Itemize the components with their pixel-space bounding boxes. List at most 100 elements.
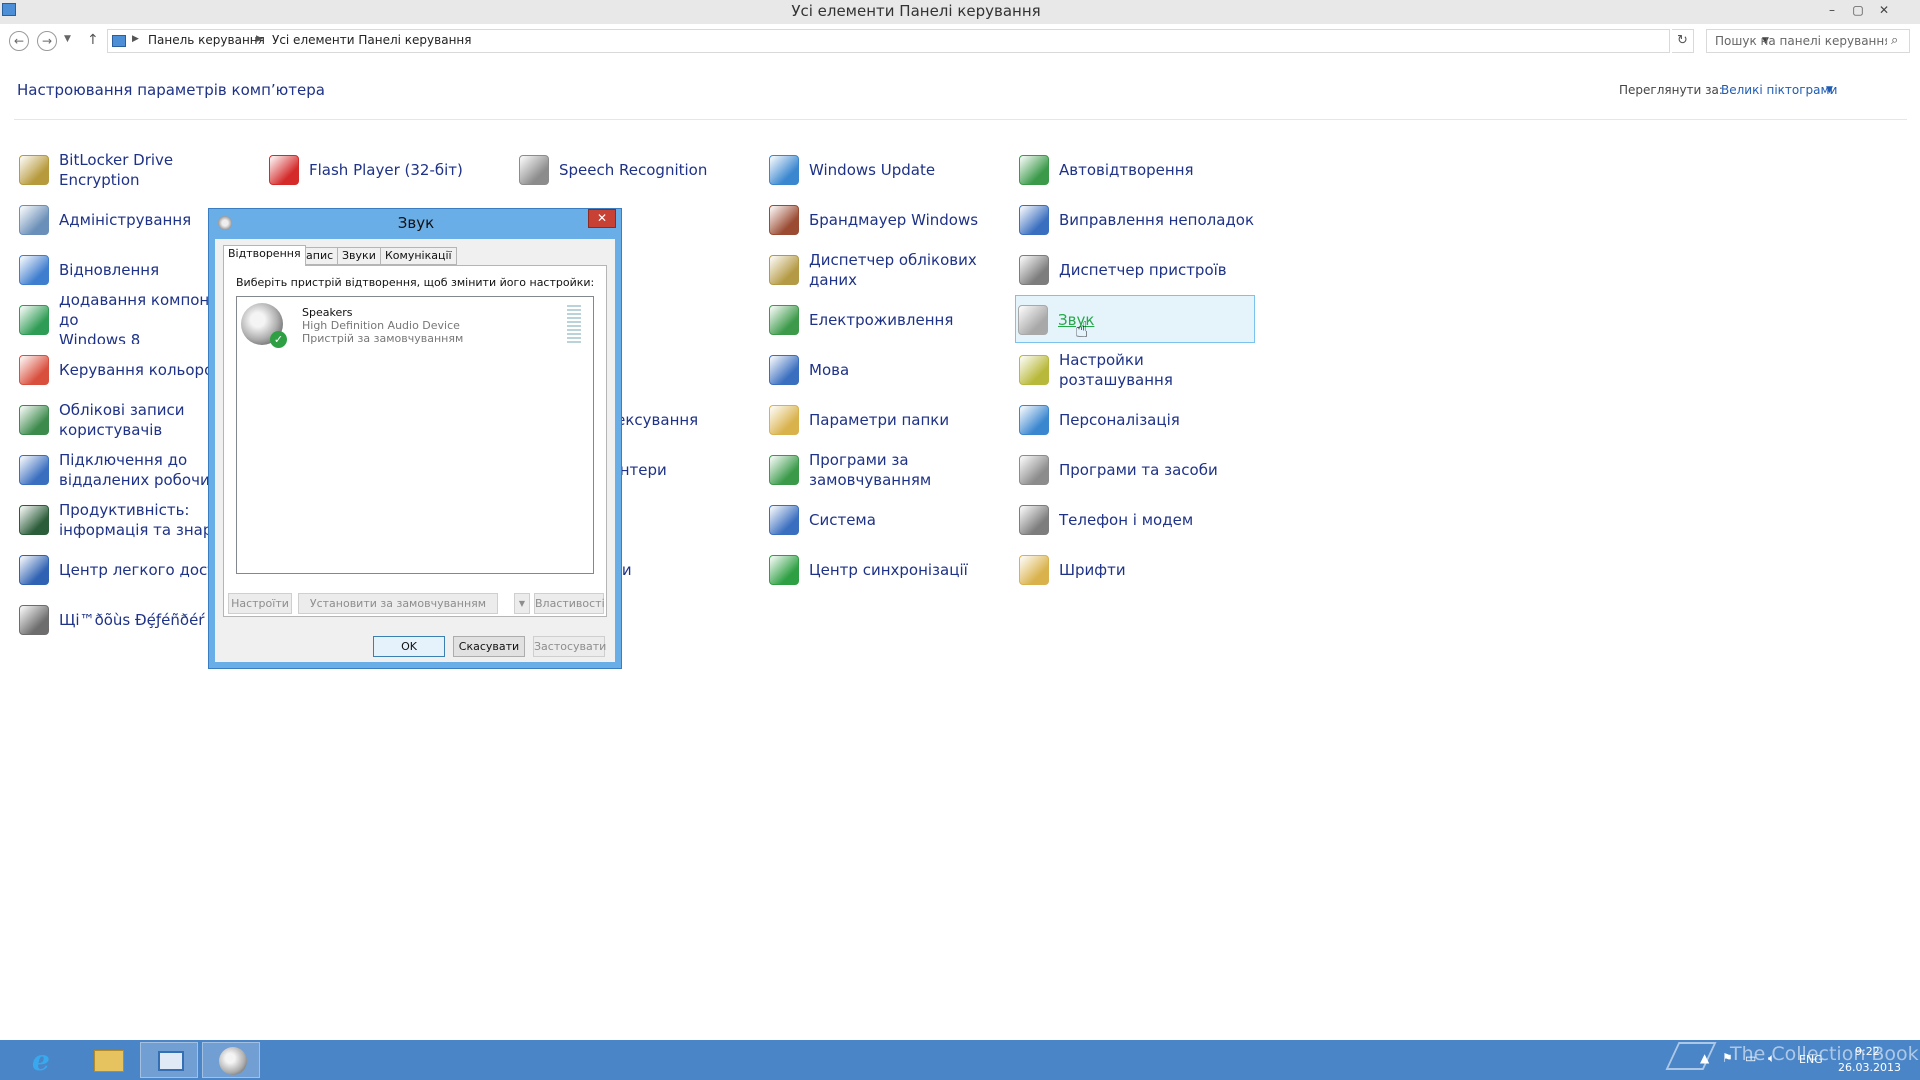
cp-item-default-programs[interactable]: Програми за замовчуванням: [767, 446, 1007, 494]
dialog-close-button[interactable]: ✕: [588, 209, 616, 228]
view-by-dropdown[interactable]: Великі піктограми: [1721, 83, 1837, 97]
address-field[interactable]: ▶ Панель керування ▶ Усі елементи Панелі…: [107, 29, 1769, 53]
cp-item-phone-modem[interactable]: Телефон і модем: [1017, 496, 1257, 544]
system-icon: [769, 505, 799, 535]
ok-button[interactable]: OK: [373, 636, 445, 657]
breadcrumb-control-panel[interactable]: Панель керування: [148, 33, 265, 47]
cp-item-bitlocker[interactable]: BitLocker Drive Encryption: [17, 146, 257, 194]
cp-item-windows-update[interactable]: Windows Update: [767, 146, 1007, 194]
watermark: The Collection Book: [1730, 1043, 1919, 1065]
cp-item-credential-manager[interactable]: Диспетчер облікових даних: [767, 246, 1007, 294]
playback-tab-panel: Виберіть пристрій відтворення, щоб зміни…: [223, 265, 607, 617]
taskbar: e ▲ ⚑ ▭ 🔈︎ ENG 9:22 26.03.2013: [0, 1040, 1920, 1080]
search-icon[interactable]: ⌕: [1891, 33, 1898, 48]
cp-item-label: Автовідтворення: [1059, 161, 1194, 179]
windows-update-icon: [769, 155, 799, 185]
dialog-body: Відтворення Запис Звуки Комунікації Вибе…: [215, 239, 615, 662]
set-default-chevron-icon[interactable]: ▼: [514, 593, 530, 614]
set-default-button[interactable]: Установити за замовчуванням: [298, 593, 498, 614]
defender-icon: [19, 605, 49, 635]
cp-item-label: Програми за замовчуванням: [809, 451, 932, 489]
refresh-icon[interactable]: ↻: [1672, 29, 1694, 53]
breadcrumb-all-items[interactable]: Усі елементи Панелі керування: [272, 33, 472, 47]
playback-device-list[interactable]: ✓ Speakers High Definition Audio Device …: [236, 296, 594, 574]
hand-cursor-icon: ☝: [1075, 318, 1089, 343]
cp-item-programs-features[interactable]: Програми та засоби: [1017, 446, 1257, 494]
cp-item-system[interactable]: Система: [767, 496, 1007, 544]
internet-explorer-icon: e: [32, 1044, 50, 1077]
breadcrumb-chevron-icon[interactable]: ▶: [256, 34, 263, 44]
breadcrumb-chevron-icon[interactable]: ▶: [132, 34, 139, 44]
apply-button[interactable]: Застосувати: [533, 636, 606, 657]
cp-item-label: Електроживлення: [809, 311, 954, 329]
folder-options-icon: [769, 405, 799, 435]
tab-sounds[interactable]: Звуки: [337, 247, 381, 265]
control-panel-icon: [158, 1051, 184, 1071]
recent-locations-chevron-icon[interactable]: ▼: [64, 34, 71, 44]
cp-item-sound[interactable]: Звук: [1015, 295, 1255, 343]
control-panel-icon: [112, 35, 126, 47]
cp-item-speech-recognition[interactable]: Speech Recognition: [517, 146, 757, 194]
cp-item-fonts[interactable]: Шрифти: [1017, 546, 1257, 594]
cp-item-location-settings[interactable]: Настройки розташування: [1017, 346, 1257, 394]
cp-item-power-options[interactable]: Електроживлення: [767, 296, 1007, 344]
color-management-icon: [19, 355, 49, 385]
configure-button[interactable]: Настроїти: [228, 593, 292, 614]
add-features-icon: [19, 305, 49, 335]
sync-center-icon: [769, 555, 799, 585]
properties-button[interactable]: Властивості: [534, 593, 605, 614]
cp-item-folder-options[interactable]: Параметри папки: [767, 396, 1007, 444]
cp-item-flash-player[interactable]: Flash Player (32-біт): [267, 146, 507, 194]
fonts-icon: [1019, 555, 1049, 585]
personalization-icon: [1019, 405, 1049, 435]
search-box[interactable]: ⌕: [1706, 29, 1910, 53]
maximize-button[interactable]: ▢: [1845, 0, 1871, 20]
bitlocker-icon: [19, 155, 49, 185]
language-icon: [769, 355, 799, 385]
taskbar-control-panel[interactable]: [140, 1042, 198, 1078]
speaker-icon: [219, 1047, 247, 1075]
volume-meter: [567, 305, 581, 345]
window-title: Усі елементи Панелі керування: [791, 2, 1041, 20]
cancel-button[interactable]: Скасувати: [453, 636, 525, 657]
cp-item-label: Параметри папки: [809, 411, 950, 429]
taskbar-sound[interactable]: [202, 1042, 260, 1078]
cp-item-language[interactable]: Мова: [767, 346, 1007, 394]
location-settings-icon: [1019, 355, 1049, 385]
cp-item-sync-center[interactable]: Центр синхронізації: [767, 546, 1007, 594]
cp-item-label: Мова: [809, 361, 850, 379]
cp-item-autoplay[interactable]: Автовідтворення: [1017, 146, 1257, 194]
cp-item-label: Диспетчер облікових даних: [809, 251, 977, 289]
up-arrow-icon[interactable]: ↑: [87, 32, 99, 48]
device-name: Speakers: [302, 306, 353, 319]
flash-icon: [269, 155, 299, 185]
tab-playback[interactable]: Відтворення: [223, 245, 306, 266]
taskbar-file-explorer[interactable]: [78, 1042, 136, 1078]
cp-item-personalization[interactable]: Персоналізація: [1017, 396, 1257, 444]
back-arrow-icon[interactable]: ←: [9, 31, 29, 51]
taskbar-internet-explorer[interactable]: e: [16, 1042, 74, 1078]
microphone-icon: [519, 155, 549, 185]
search-input[interactable]: [1707, 30, 1887, 52]
cp-item-label: Персоналізація: [1059, 411, 1180, 429]
close-button[interactable]: ✕: [1871, 0, 1897, 20]
title-bar: Усі елементи Панелі керування – ▢ ✕: [0, 0, 1920, 24]
cp-item-label: Виправлення неполадок: [1059, 211, 1255, 229]
tab-communications[interactable]: Комунікації: [380, 247, 457, 265]
cp-item-label: BitLocker Drive Encryption: [59, 151, 174, 189]
ease-of-access-icon: [19, 555, 49, 585]
cp-item-troubleshooting[interactable]: Виправлення неполадок: [1017, 196, 1257, 244]
recovery-icon: [19, 255, 49, 285]
cp-item-windows-firewall[interactable]: Брандмауер Windows: [767, 196, 1007, 244]
checkmark-icon: ✓: [270, 331, 287, 348]
minimize-button[interactable]: –: [1819, 0, 1845, 20]
autoplay-icon: [1019, 155, 1049, 185]
cp-item-label: Шрифти: [1059, 561, 1126, 579]
forward-arrow-icon[interactable]: →: [37, 31, 57, 51]
cp-item-label: Брандмауер Windows: [809, 211, 979, 229]
cp-item-label: Настройки розташування: [1059, 351, 1173, 389]
troubleshooting-icon: [1019, 205, 1049, 235]
view-by-chevron-icon[interactable]: ▼: [1826, 85, 1833, 95]
user-accounts-icon: [19, 405, 49, 435]
cp-item-device-manager[interactable]: Диспетчер пристроїв: [1017, 246, 1257, 294]
